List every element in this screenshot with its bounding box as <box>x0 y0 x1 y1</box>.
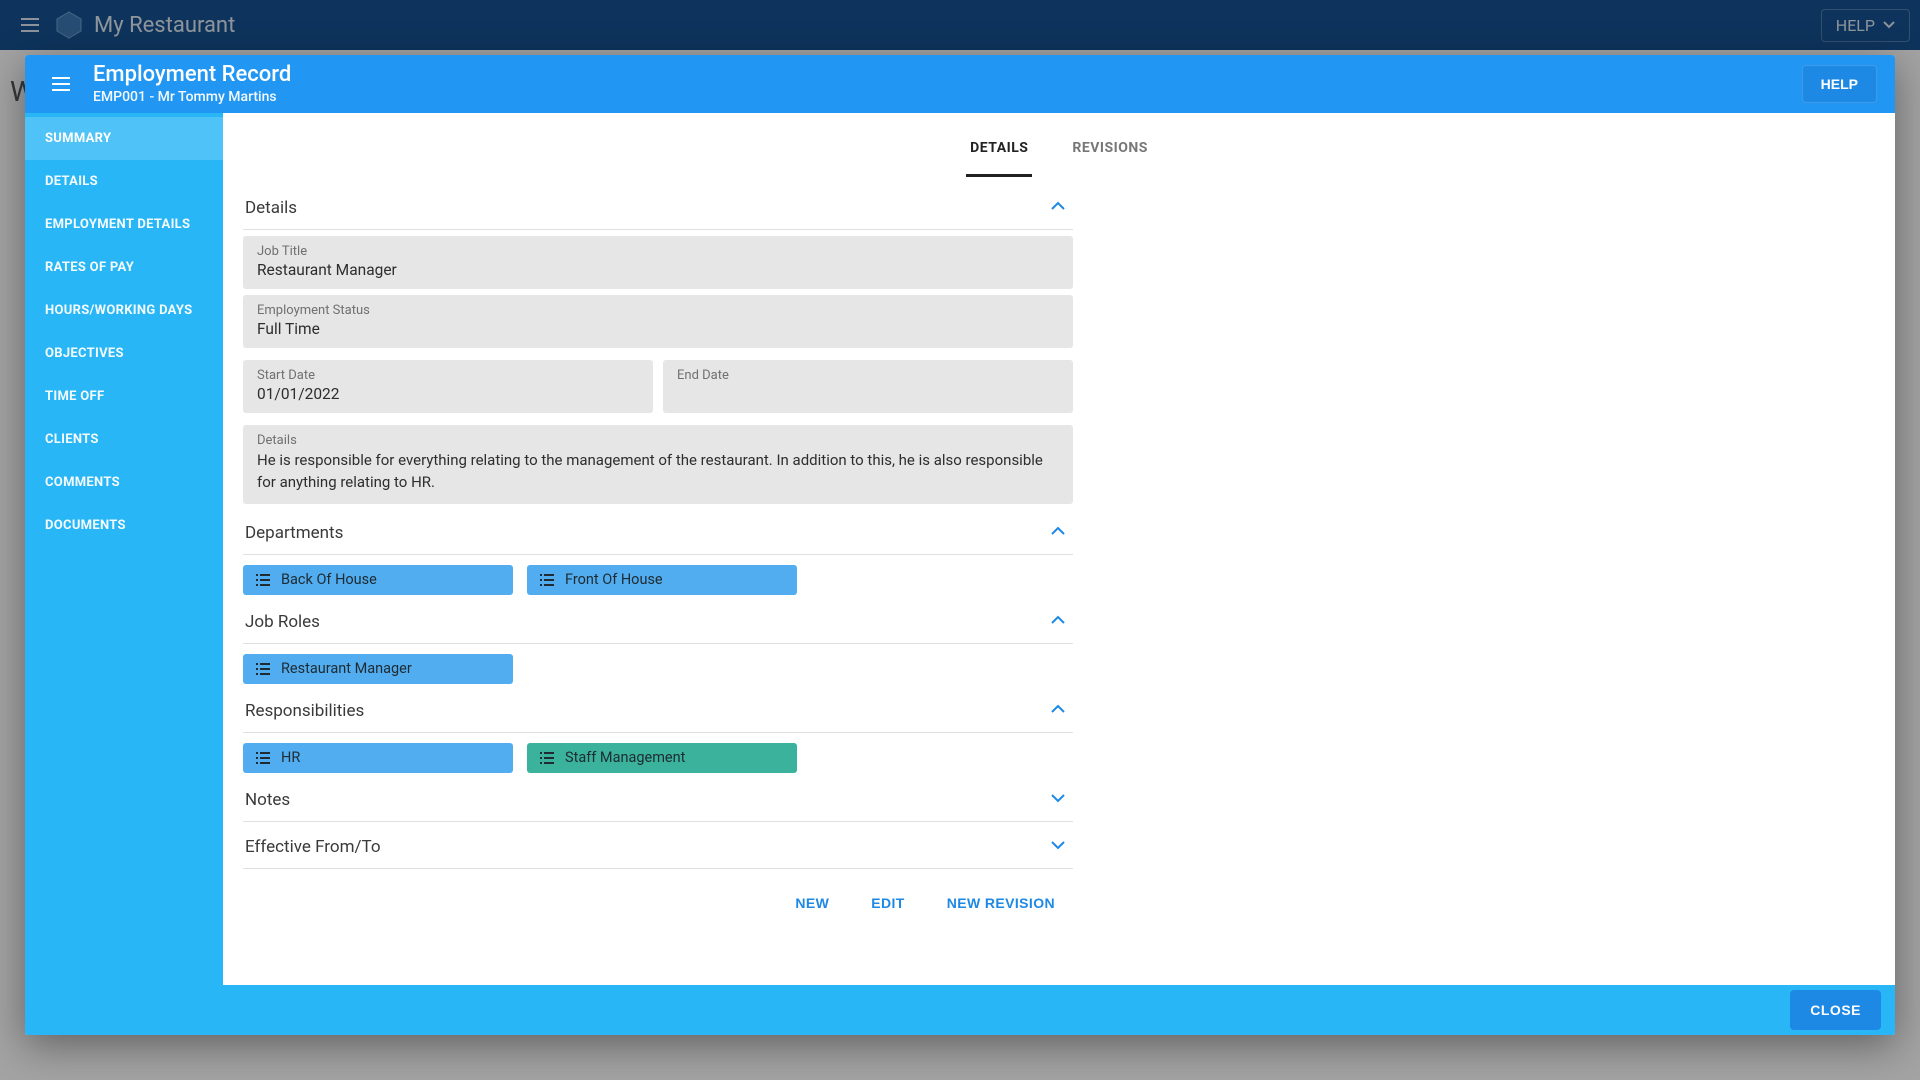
field-label: End Date <box>677 368 1059 383</box>
chevron-up-icon <box>1049 522 1067 544</box>
chip-responsibility-staff-management[interactable]: Staff Management <box>527 743 797 773</box>
section-header-effective[interactable]: Effective From/To <box>243 824 1073 868</box>
sidebar-item-clients[interactable]: CLIENTS <box>25 418 223 461</box>
chevron-down-icon <box>1049 789 1067 811</box>
new-revision-button[interactable]: NEW REVISION <box>941 887 1061 919</box>
dialog-footer: CLOSE <box>25 985 1895 1035</box>
field-employment-status[interactable]: Employment Status Full Time <box>243 295 1073 348</box>
chevron-up-icon <box>1049 197 1067 219</box>
field-label: Start Date <box>257 368 639 383</box>
section-title: Effective From/To <box>245 837 381 857</box>
new-button[interactable]: NEW <box>789 887 835 919</box>
list-icon <box>255 573 271 587</box>
tab-details[interactable]: DETAILS <box>966 122 1032 177</box>
employment-record-dialog: Employment Record EMP001 - Mr Tommy Mart… <box>25 55 1895 1035</box>
section-divider <box>243 554 1073 555</box>
chip-label: Back Of House <box>281 571 377 588</box>
chip-label: Staff Management <box>565 749 685 766</box>
list-icon <box>539 751 555 765</box>
list-icon <box>255 751 271 765</box>
section-title: Details <box>245 198 297 218</box>
section-header-departments[interactable]: Departments <box>243 510 1073 554</box>
list-icon <box>539 573 555 587</box>
section-divider <box>243 229 1073 230</box>
sidebar-item-summary[interactable]: SUMMARY <box>25 117 223 160</box>
section-title: Departments <box>245 523 343 543</box>
section-header-responsibilities[interactable]: Responsibilities <box>243 688 1073 732</box>
field-label: Details <box>257 433 1059 448</box>
section-header-notes[interactable]: Notes <box>243 777 1073 821</box>
chip-responsibility-hr[interactable]: HR <box>243 743 513 773</box>
dialog-sidebar: SUMMARY DETAILS EMPLOYMENT DETAILS RATES… <box>25 113 223 985</box>
field-value <box>677 385 1059 403</box>
section-header-details[interactable]: Details <box>243 185 1073 229</box>
sidebar-item-objectives[interactable]: OBJECTIVES <box>25 332 223 375</box>
list-icon <box>255 662 271 676</box>
sidebar-item-employment-details[interactable]: EMPLOYMENT DETAILS <box>25 203 223 246</box>
section-title: Notes <box>245 790 290 810</box>
field-value: Restaurant Manager <box>257 261 1059 279</box>
sidebar-item-time-off[interactable]: TIME OFF <box>25 375 223 418</box>
sidebar-item-documents[interactable]: DOCUMENTS <box>25 504 223 547</box>
content-tabs: DETAILS REVISIONS <box>223 113 1895 177</box>
edit-button[interactable]: EDIT <box>865 887 911 919</box>
close-button[interactable]: CLOSE <box>1790 990 1881 1030</box>
action-row: NEW EDIT NEW REVISION <box>243 871 1073 919</box>
sidebar-item-hours-working-days[interactable]: HOURS/WORKING DAYS <box>25 289 223 332</box>
dialog-title: Employment Record <box>93 62 291 88</box>
section-title: Responsibilities <box>245 701 364 721</box>
section-divider <box>243 821 1073 822</box>
field-value: 01/01/2022 <box>257 385 639 403</box>
sidebar-item-comments[interactable]: COMMENTS <box>25 461 223 504</box>
section-title: Job Roles <box>245 612 320 632</box>
chevron-up-icon <box>1049 700 1067 722</box>
field-end-date[interactable]: End Date <box>663 360 1073 413</box>
dialog-content: DETAILS REVISIONS Details Job Title Rest… <box>223 113 1895 985</box>
field-label: Job Title <box>257 244 1059 259</box>
section-divider <box>243 643 1073 644</box>
hamburger-icon <box>49 72 73 96</box>
chip-job-role-restaurant-manager[interactable]: Restaurant Manager <box>243 654 513 684</box>
section-divider <box>243 868 1073 869</box>
dialog-help-button[interactable]: HELP <box>1802 65 1877 103</box>
section-divider <box>243 732 1073 733</box>
dialog-subtitle: EMP001 - Mr Tommy Martins <box>93 89 291 106</box>
sidebar-item-details[interactable]: DETAILS <box>25 160 223 203</box>
chip-department-front-of-house[interactable]: Front Of House <box>527 565 797 595</box>
chevron-up-icon <box>1049 611 1067 633</box>
dialog-menu-button[interactable] <box>43 66 79 102</box>
dialog-header: Employment Record EMP001 - Mr Tommy Mart… <box>25 55 1895 113</box>
chevron-down-icon <box>1049 836 1067 858</box>
chip-label: Front Of House <box>565 571 663 588</box>
field-details-text[interactable]: Details He is responsible for everything… <box>243 425 1073 504</box>
field-start-date[interactable]: Start Date 01/01/2022 <box>243 360 653 413</box>
section-header-job-roles[interactable]: Job Roles <box>243 599 1073 643</box>
field-value: Full Time <box>257 320 1059 338</box>
chip-label: HR <box>281 749 300 766</box>
tab-revisions[interactable]: REVISIONS <box>1068 122 1151 177</box>
chip-department-back-of-house[interactable]: Back Of House <box>243 565 513 595</box>
field-job-title[interactable]: Job Title Restaurant Manager <box>243 236 1073 289</box>
sidebar-item-rates-of-pay[interactable]: RATES OF PAY <box>25 246 223 289</box>
field-label: Employment Status <box>257 303 1059 318</box>
chip-label: Restaurant Manager <box>281 660 412 677</box>
field-value: He is responsible for everything relatin… <box>257 450 1059 494</box>
